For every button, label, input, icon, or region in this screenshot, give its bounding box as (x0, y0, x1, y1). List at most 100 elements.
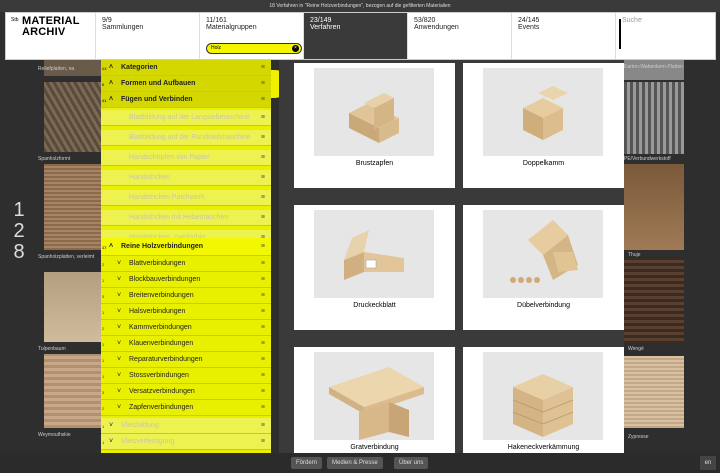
material-thumb[interactable]: Tulpenbaum (38, 272, 102, 352)
nav-verfahren[interactable]: 23/149 Verfahren (304, 13, 408, 59)
category-label: Zapfenverbindungen (129, 404, 194, 411)
category-row[interactable]: 3 ˅ Versatzverbindungen ≡ (101, 384, 271, 400)
chevron-down-icon[interactable]: ˅ (117, 272, 121, 288)
chevron-up-icon[interactable]: ˄ (109, 76, 113, 92)
chevron-down-icon[interactable]: ˅ (109, 418, 113, 434)
language-toggle[interactable]: en (700, 456, 716, 470)
list-icon[interactable]: ≡ (261, 150, 265, 166)
category-row[interactable]: 23 ˄ Kategorien ≡ (101, 60, 271, 76)
list-icon[interactable]: ≡ (261, 336, 265, 352)
nav-anwendungen[interactable]: 53/820 Anwendungen (408, 13, 512, 59)
close-icon[interactable]: × (292, 45, 299, 52)
category-row[interactable]: 1 ˅ Reparaturverbindungen ≡ (101, 352, 271, 368)
process-title: Gratverbindung (350, 444, 399, 451)
process-card[interactable]: Dübelverbindung (463, 205, 624, 330)
list-icon[interactable]: ≡ (261, 304, 265, 320)
medien-presse-button[interactable]: Medien & Presse (327, 457, 383, 469)
process-card[interactable]: Brustzapfen (294, 63, 455, 188)
list-icon[interactable]: ≡ (261, 210, 265, 226)
chevron-down-icon[interactable]: ˅ (117, 320, 121, 336)
category-row[interactable]: 17 ˄ Reine Holzverbindungen ≡ (101, 238, 271, 256)
category-row[interactable]: 1 ˅ Vliesverfestigung ≡ (101, 434, 271, 450)
process-card[interactable]: Druckeckblatt (294, 205, 455, 330)
list-icon[interactable]: ≡ (261, 76, 265, 92)
chevron-up-icon[interactable]: ˄ (109, 92, 113, 108)
chevron-down-icon[interactable]: ˅ (117, 336, 121, 352)
text-cursor (619, 19, 621, 49)
nav-materialgruppen[interactable]: 11/161 Materialgruppen Holz × (200, 13, 304, 59)
category-row[interactable]: 1 ˅ Blockbauverbindungen ≡ (101, 272, 271, 288)
logo[interactable]: Stb MATERIAL ARCHIV (6, 13, 96, 59)
category-row[interactable]: 2 ˅ Zapfenverbindungen ≡ (101, 400, 271, 416)
list-icon[interactable]: ≡ (261, 92, 265, 108)
list-icon[interactable]: ≡ (261, 190, 265, 206)
process-image (483, 210, 603, 298)
chevron-up-icon[interactable]: ˄ (109, 238, 113, 256)
category-row[interactable]: Handstricken mit Hebemaschen ≡ (101, 210, 271, 226)
category-label: Halsverbindungen (129, 308, 186, 315)
thumb-label: Karton-Wabenkern-Platten (624, 64, 684, 70)
category-row[interactable]: Handschöpfen von Papier ≡ (101, 150, 271, 166)
nav-events[interactable]: 24/145 Events (512, 13, 616, 59)
chevron-down-icon[interactable]: ˅ (117, 304, 121, 320)
category-row[interactable]: 3 ˅ Breitenverbindungen ≡ (101, 288, 271, 304)
chevron-down-icon[interactable]: ˅ (117, 352, 121, 368)
list-icon[interactable]: ≡ (261, 238, 265, 256)
category-row[interactable]: 1 ˅ Vliesbildung ≡ (101, 418, 271, 434)
material-thumb[interactable]: PE/Verbundwerkstoff (624, 82, 684, 162)
chevron-up-icon[interactable]: ˄ (109, 60, 113, 76)
ueber-uns-button[interactable]: Über uns (394, 457, 429, 469)
category-row[interactable]: Blattbildung auf der Langsiebmaschine ≡ (101, 110, 271, 126)
list-icon[interactable]: ≡ (261, 256, 265, 272)
list-icon[interactable]: ≡ (261, 60, 265, 76)
process-image (314, 68, 434, 156)
chevron-down-icon[interactable]: ˅ (117, 384, 121, 400)
foerdern-button[interactable]: Fördern (291, 457, 323, 469)
list-icon[interactable]: ≡ (261, 400, 265, 416)
category-row[interactable]: 1 ˅ Stossverbindungen ≡ (101, 368, 271, 384)
category-row[interactable]: 1 ˅ Klauenverbindungen ≡ (101, 336, 271, 352)
list-icon[interactable]: ≡ (261, 368, 265, 384)
chevron-down-icon[interactable]: ˅ (117, 256, 121, 272)
category-count: 3 (102, 390, 105, 395)
process-image (483, 352, 603, 440)
category-row[interactable]: 1 ˅ Halsverbindungen ≡ (101, 304, 271, 320)
list-icon[interactable]: ≡ (261, 110, 265, 126)
chevron-down-icon[interactable]: ˅ (117, 400, 121, 416)
material-thumb[interactable]: Zypresse (624, 356, 684, 440)
list-icon[interactable]: ≡ (261, 384, 265, 400)
nav-sammlungen[interactable]: 9/9 Sammlungen (96, 13, 200, 59)
category-row[interactable]: 6 ˄ Formen und Aufbauen ≡ (101, 76, 271, 92)
category-row[interactable]: 2 ˅ Blattverbindungen ≡ (101, 256, 271, 272)
search-field[interactable]: Suche (616, 13, 715, 59)
material-thumb[interactable]: Weymouthskie (38, 354, 102, 438)
material-thumb[interactable]: Wengé (624, 258, 684, 352)
list-icon[interactable]: ≡ (261, 170, 265, 186)
list-icon[interactable]: ≡ (261, 288, 265, 304)
chevron-down-icon[interactable]: ˅ (117, 368, 121, 384)
category-count: 23 (102, 66, 107, 71)
list-icon[interactable]: ≡ (261, 272, 265, 288)
material-thumb[interactable]: Reliefplatten, na (38, 60, 102, 76)
category-row[interactable]: Handstricken Patchwork ≡ (101, 190, 271, 206)
material-thumb[interactable]: Spanholzplatten, verleimt (38, 164, 102, 260)
category-label: Blattbildung auf der Rundsiebmaschine (129, 134, 251, 141)
process-card[interactable]: Doppelkamm (463, 63, 624, 188)
material-thumb[interactable]: Thuje (624, 164, 684, 258)
list-icon[interactable]: ≡ (261, 320, 265, 336)
chevron-down-icon[interactable]: ˅ (109, 434, 113, 450)
category-row[interactable]: Handstricken ≡ (101, 170, 271, 186)
material-thumb[interactable]: Karton-Wabenkern-Platten (624, 60, 684, 80)
list-icon[interactable]: ≡ (261, 130, 265, 146)
filter-chip-holz[interactable]: Holz × (206, 43, 302, 54)
logo-text: MATERIAL ARCHIV (22, 15, 80, 38)
category-row[interactable]: 2 ˅ Kammverbindungen ≡ (101, 320, 271, 336)
list-icon[interactable]: ≡ (261, 418, 265, 434)
material-thumb[interactable]: Spanholzformt (38, 82, 102, 162)
category-row[interactable]: Blattbildung auf der Rundsiebmaschine ≡ (101, 130, 271, 146)
category-label: Handschöpfen von Papier (129, 154, 210, 161)
list-icon[interactable]: ≡ (261, 434, 265, 450)
chevron-down-icon[interactable]: ˅ (117, 288, 121, 304)
list-icon[interactable]: ≡ (261, 352, 265, 368)
category-row[interactable]: 41 ˄ Fügen und Verbinden ≡ (101, 92, 271, 108)
